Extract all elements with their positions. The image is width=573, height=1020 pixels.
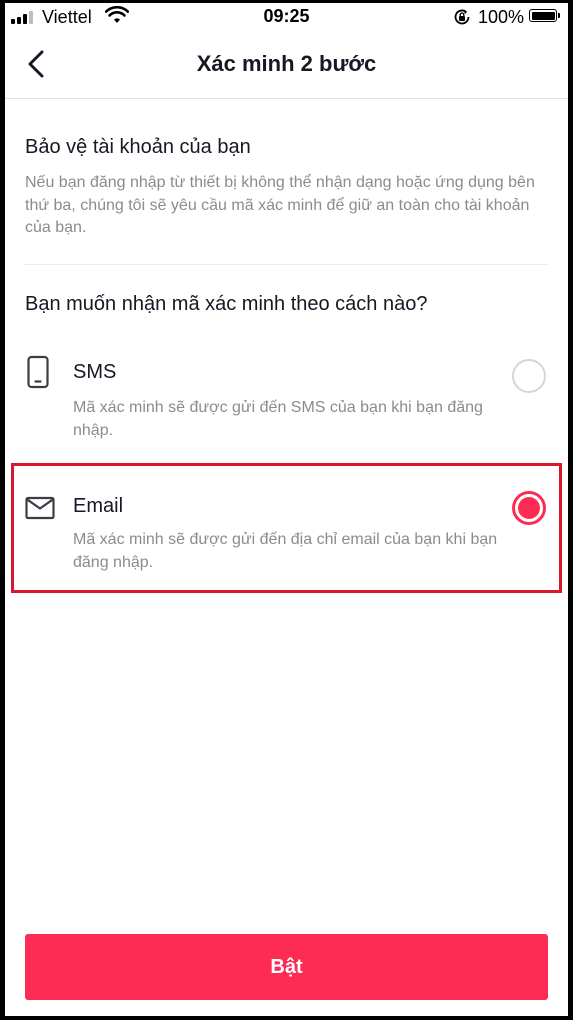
orientation-lock-icon bbox=[453, 8, 471, 31]
page-title: Xác minh 2 bước bbox=[196, 51, 377, 76]
option-label: SMS bbox=[73, 361, 117, 383]
section-description: Nếu bạn đăng nhập từ thiết bị không thể … bbox=[25, 174, 535, 236]
radio-selected-dot bbox=[518, 497, 540, 519]
option-email[interactable]: Email Mã xác minh sẽ được gửi đến địa ch… bbox=[5, 481, 568, 591]
option-description: Mã xác minh sẽ được gửi đến địa chỉ emai… bbox=[73, 531, 498, 571]
method-question: Bạn muốn nhận mã xác minh theo cách nào? bbox=[25, 293, 428, 315]
email-radio-button[interactable] bbox=[512, 491, 546, 525]
status-bar: Viettel 09:25 100% bbox=[5, 3, 568, 31]
nav-header: Xác minh 2 bước bbox=[5, 31, 568, 99]
section-title: Bảo vệ tài khoản của bạn bbox=[25, 136, 251, 158]
battery-icon bbox=[529, 9, 560, 22]
sms-radio-button[interactable] bbox=[512, 359, 546, 393]
divider bbox=[25, 264, 548, 265]
option-sms[interactable]: SMS Mã xác minh sẽ được gửi đến SMS của … bbox=[5, 348, 568, 448]
option-label: Email bbox=[73, 495, 124, 517]
enable-button[interactable]: Bật bbox=[25, 934, 548, 1000]
battery-percentage: 100% bbox=[478, 7, 525, 27]
mail-icon bbox=[25, 496, 55, 525]
option-description: Mã xác minh sẽ được gửi đến SMS của bạn … bbox=[73, 399, 483, 439]
phone-icon bbox=[25, 355, 51, 394]
app-screen: Viettel 09:25 100% Xác minh 2 bước Bảo v… bbox=[5, 3, 568, 1016]
